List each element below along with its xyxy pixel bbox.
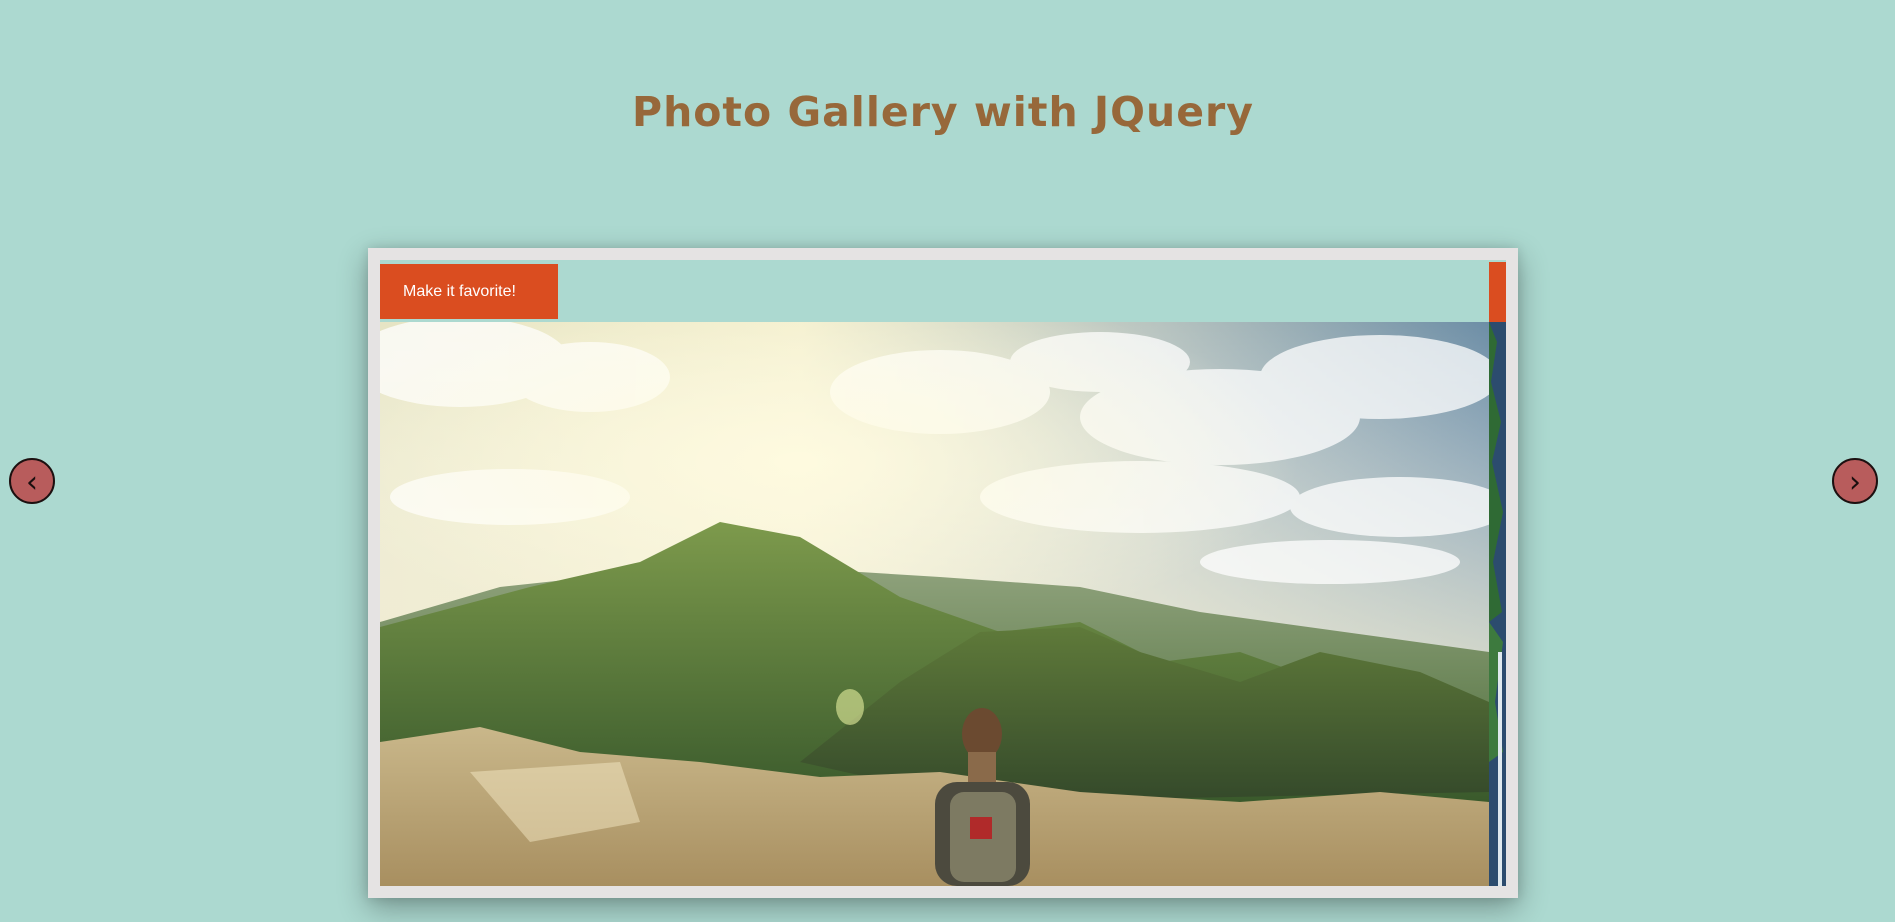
landscape-photo xyxy=(380,322,1489,886)
slider-viewport: Make it favorite! xyxy=(380,260,1506,886)
slide-next xyxy=(1489,260,1506,886)
page-title: Photo Gallery with JQuery xyxy=(632,88,1254,136)
gallery-frame: Make it favorite! xyxy=(368,248,1518,898)
previous-button[interactable]: ‹ xyxy=(9,458,55,504)
slide-current: Make it favorite! xyxy=(380,260,1489,886)
favorite-button[interactable]: Make it favorite! xyxy=(380,264,558,319)
forest-photo xyxy=(1489,322,1506,886)
next-button[interactable]: › xyxy=(1832,458,1878,504)
